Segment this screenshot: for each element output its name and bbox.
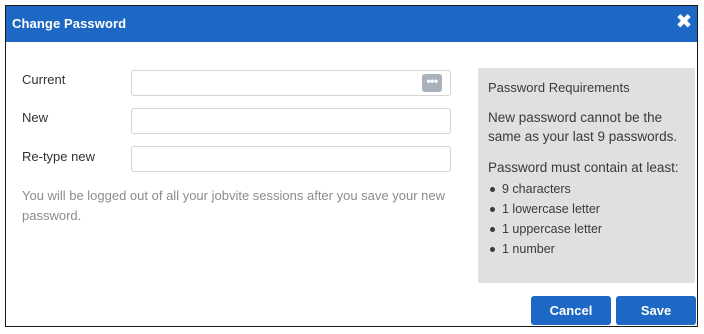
retype-password-label: Re-type new [22, 149, 95, 164]
new-password-input[interactable] [131, 108, 451, 134]
requirement-item: 9 characters [488, 179, 685, 199]
retype-password-input[interactable] [131, 146, 451, 172]
cancel-button[interactable]: Cancel [531, 296, 611, 325]
logout-note: You will be logged out of all your jobvi… [22, 188, 445, 223]
requirement-item: 1 number [488, 239, 685, 259]
requirements-title: Password Requirements [488, 80, 630, 95]
requirement-item: 1 uppercase letter [488, 219, 685, 239]
requirements-list: 9 characters 1 lowercase letter 1 upperc… [488, 179, 685, 259]
password-requirements-panel: Password Requirements New password canno… [478, 68, 695, 283]
new-password-label: New [22, 110, 49, 125]
history-rule-text: New password cannot be the same as your … [488, 110, 678, 144]
save-button[interactable]: Save [616, 296, 696, 325]
close-icon[interactable]: ✖ [675, 11, 693, 33]
current-password-label: Current [22, 72, 66, 87]
requirement-item: 1 lowercase letter [488, 199, 685, 219]
dialog-titlebar: Change Password ✖ [6, 6, 697, 42]
dialog-title: Change Password [12, 16, 127, 31]
password-manager-icon[interactable]: ••• [422, 74, 442, 92]
change-password-dialog: Change Password ✖ Current ••• New Re-typ… [5, 5, 698, 327]
contain-intro-text: Password must contain at least: [488, 160, 679, 175]
current-password-input[interactable] [131, 70, 451, 96]
